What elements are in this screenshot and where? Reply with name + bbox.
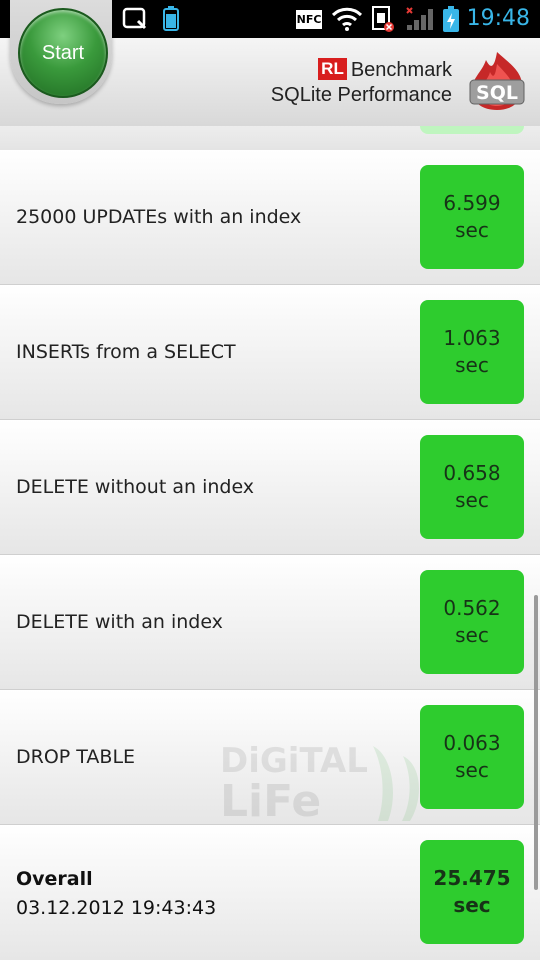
test-name: 25000 UPDATEs with an index: [16, 206, 302, 228]
start-button-holder: Start: [10, 0, 112, 104]
battery-charging-icon: [441, 5, 461, 33]
result-unit: sec: [455, 758, 489, 782]
overall-row: Overall 03.12.2012 19:43:43 25.475 sec: [0, 825, 540, 960]
result-value: 6.599: [443, 191, 501, 215]
result-box: 0.658 sec: [420, 435, 524, 539]
list-item: INSERTs from a SELECT 1.063 sec: [0, 285, 540, 420]
sim-error-icon: [370, 5, 396, 33]
overall-title: Overall: [16, 868, 93, 890]
brand-subtitle: SQLite Performance: [270, 84, 452, 106]
overall-unit: sec: [453, 893, 491, 917]
test-name: INSERTs from a SELECT: [16, 341, 236, 363]
result-unit: sec: [455, 353, 489, 377]
app-brand: RL Benchmark SQLite Performance: [271, 58, 452, 108]
overall-result-box: 25.475 sec: [420, 840, 524, 944]
nfc-icon: NFC: [295, 5, 323, 33]
result-value: 0.063: [443, 731, 501, 755]
rl-logo: RL: [318, 58, 347, 80]
svg-text:SQL: SQL: [476, 82, 518, 104]
overall-timestamp: 03.12.2012 19:43:43: [16, 897, 217, 919]
clock: 19:48: [466, 6, 530, 31]
result-box: 1.063 sec: [420, 300, 524, 404]
list-item-partial: [0, 126, 540, 151]
wifi-icon: [330, 5, 364, 33]
overall-label: Overall 03.12.2012 19:43:43: [16, 865, 216, 923]
test-name: DROP TABLE: [16, 746, 136, 768]
result-unit: sec: [455, 623, 489, 647]
scrollbar[interactable]: [534, 595, 538, 890]
search-app-icon: [122, 5, 148, 33]
list-item: 25000 UPDATEs with an index 6.599 sec: [0, 150, 540, 285]
result-box: 0.063 sec: [420, 705, 524, 809]
result-value: 0.658: [443, 461, 501, 485]
results-list[interactable]: 25000 UPDATEs with an index 6.599 sec IN…: [0, 126, 540, 960]
brand-name: Benchmark: [350, 59, 452, 81]
result-value: 1.063: [443, 326, 501, 350]
result-box: 6.599 sec: [420, 165, 524, 269]
overall-value: 25.475: [433, 866, 511, 890]
test-name: DELETE without an index: [16, 476, 255, 498]
result-box-partial: [420, 126, 524, 134]
list-item: DELETE without an index 0.658 sec: [0, 420, 540, 555]
start-button[interactable]: Start: [18, 8, 108, 98]
result-box: 0.562 sec: [420, 570, 524, 674]
test-name: DELETE with an index: [16, 611, 223, 633]
result-unit: sec: [455, 218, 489, 242]
result-unit: sec: [455, 488, 489, 512]
list-item: DELETE with an index 0.562 sec: [0, 555, 540, 690]
signal-icon: [404, 5, 436, 33]
sqlite-flame-logo: SQL: [469, 52, 525, 110]
result-value: 0.562: [443, 596, 501, 620]
list-item: DROP TABLE 0.063 sec: [0, 690, 540, 825]
battery-info-icon: [160, 5, 182, 33]
